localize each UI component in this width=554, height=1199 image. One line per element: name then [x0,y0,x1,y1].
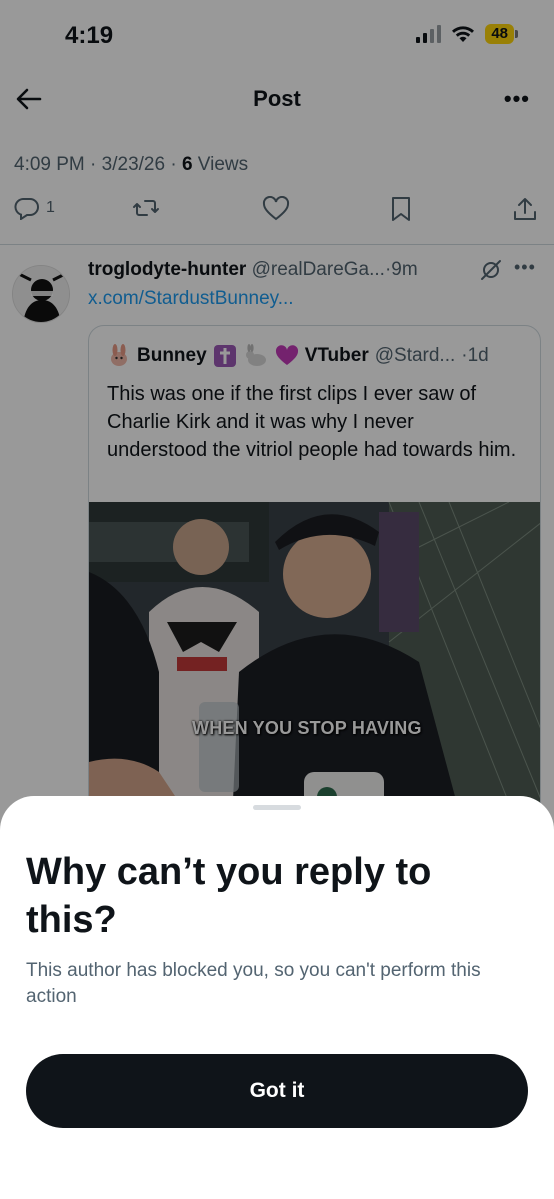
sheet-body: This author has blocked you, so you can'… [26,960,481,1007]
sheet-drag-handle[interactable] [253,805,301,810]
got-it-button[interactable]: Got it [26,1054,528,1128]
bottom-sheet: Why can’t you reply to this? This author… [0,796,554,1199]
sheet-title: Why can’t you reply to this? [26,851,432,941]
